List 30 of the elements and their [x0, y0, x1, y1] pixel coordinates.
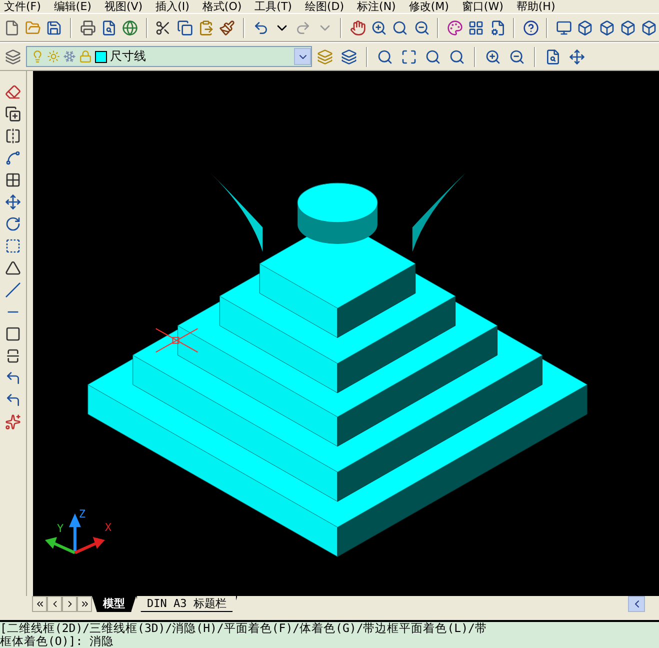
menu-item[interactable]: 文件(F) — [4, 1, 41, 13]
previous-tab-icon[interactable] — [47, 596, 62, 612]
y-axis-label: Y — [56, 522, 64, 536]
sun-icon — [47, 50, 60, 63]
crosshair-cursor-icon — [155, 328, 198, 353]
layer-dropdown[interactable]: 尺寸线 — [26, 46, 312, 67]
x-axis-label: X — [104, 521, 112, 534]
snowflake-icon — [63, 50, 76, 63]
layout-tab[interactable]: DIN A3 标题栏 — [136, 596, 238, 612]
menu-item[interactable]: 工具(T) — [254, 1, 292, 13]
command-line-text: [二维线框(2D)/三维线框(3D)/消隐(H)/平面着色(F)/体着色(G)/带边框平面着色(L)/带 — [0, 622, 488, 635]
last-tab-icon[interactable] — [77, 596, 92, 612]
menu-item[interactable]: 编辑(E) — [54, 1, 92, 13]
menu-item[interactable]: 窗口(W) — [462, 1, 504, 13]
menu-item[interactable]: 格式(O) — [202, 1, 242, 13]
lightbulb-icon — [31, 50, 44, 63]
menu-item[interactable]: 插入(I) — [156, 1, 190, 13]
menu-item[interactable]: 修改(M) — [408, 1, 449, 13]
padlock-icon — [79, 50, 92, 63]
menu-item[interactable]: 视图(V) — [104, 1, 143, 13]
menu-item[interactable]: 绘图(D) — [304, 1, 344, 13]
first-tab-icon[interactable] — [32, 596, 47, 612]
next-tab-icon[interactable] — [62, 596, 77, 612]
layout-tab[interactable]: 模型 — [92, 596, 136, 612]
command-line-text: 框体着色(O)]: 消隐 — [0, 635, 115, 648]
z-axis-label: Z — [78, 507, 86, 520]
menu-item[interactable]: 标注(N) — [357, 1, 396, 13]
scroll-left-icon[interactable] — [628, 596, 645, 612]
layer-name: 尺寸线 — [110, 48, 147, 65]
menu-item[interactable]: 帮助(H) — [516, 1, 556, 13]
